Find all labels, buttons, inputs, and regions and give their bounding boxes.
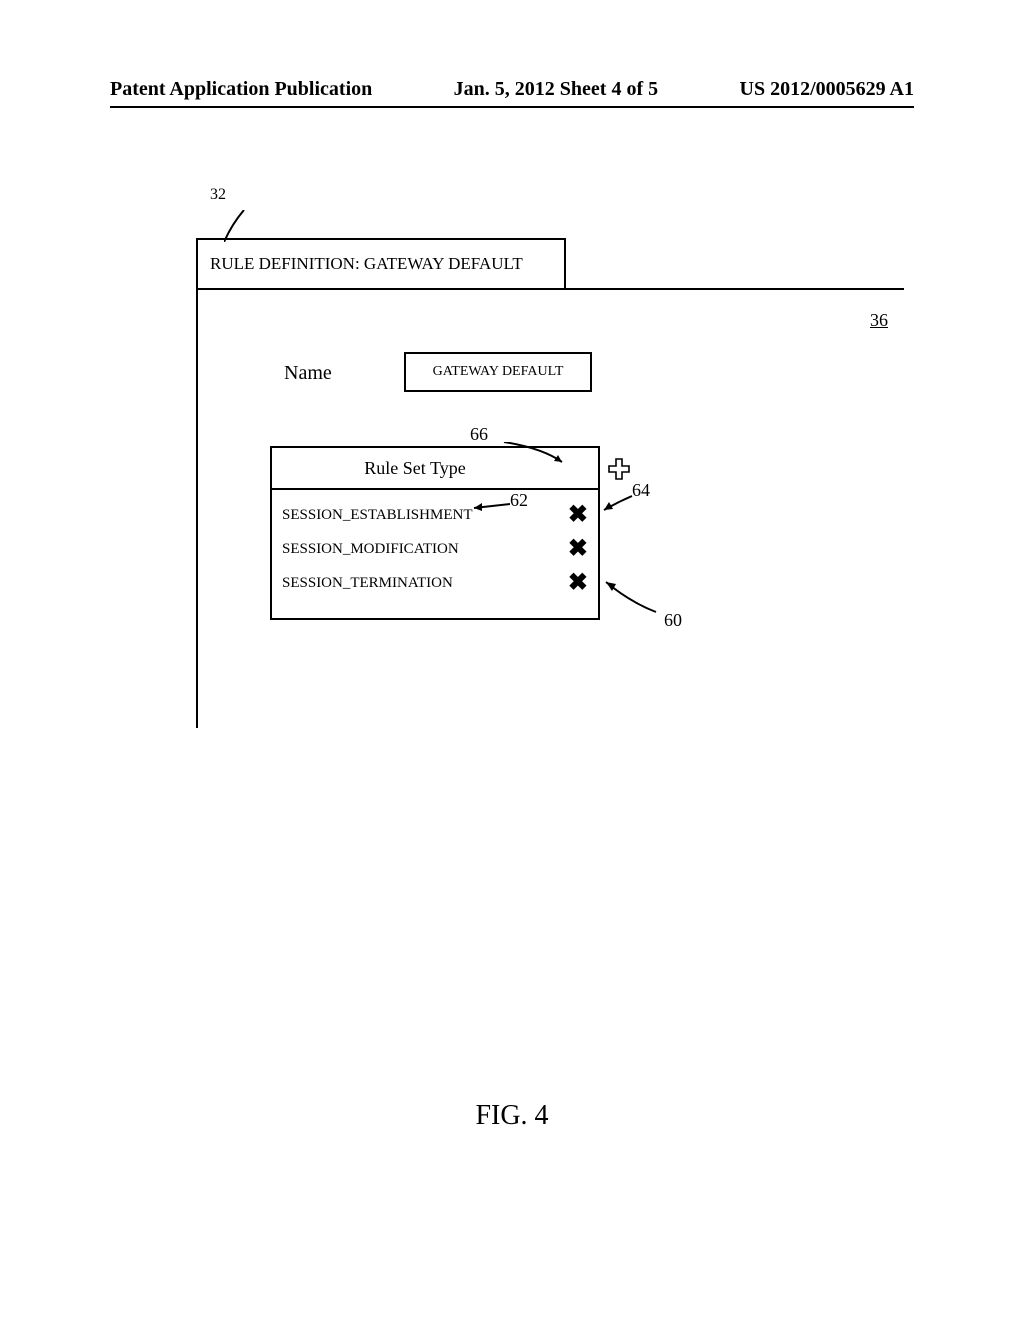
- panel-top-rule: [564, 288, 904, 290]
- header-right: US 2012/0005629 A1: [740, 78, 914, 101]
- ruleset-row: SESSION_ESTABLISHMENT ✖: [282, 498, 588, 532]
- ref-62: 62: [510, 490, 528, 511]
- ruleset-row-label: SESSION_ESTABLISHMENT: [282, 507, 472, 524]
- page-header: Patent Application Publication Jan. 5, 2…: [0, 78, 1024, 109]
- panel-left-rule: [196, 288, 198, 728]
- ruleset-header-label: Rule Set Type: [364, 458, 465, 479]
- header-center: Jan. 5, 2012 Sheet 4 of 5: [454, 78, 658, 101]
- ruleset-row-label: SESSION_TERMINATION: [282, 575, 453, 592]
- ref-36: 36: [870, 310, 888, 331]
- ruleset-header-row: Rule Set Type: [272, 448, 598, 490]
- leader-60: [600, 576, 660, 616]
- ref-66: 66: [470, 424, 488, 445]
- delete-row-icon[interactable]: ✖: [568, 537, 588, 561]
- ref-64: 64: [632, 480, 650, 501]
- ref-32: 32: [210, 186, 226, 204]
- ruleset-row-label: SESSION_MODIFICATION: [282, 541, 459, 558]
- figure-caption: FIG. 4: [0, 1100, 1024, 1132]
- leader-62: [466, 500, 510, 512]
- header-rule: [110, 106, 914, 108]
- panel-title-region: RULE DEFINITION: GATEWAY DEFAULT: [196, 238, 566, 290]
- panel-title: RULE DEFINITION: GATEWAY DEFAULT: [210, 254, 523, 274]
- ruleset-body: SESSION_ESTABLISHMENT ✖ SESSION_MODIFICA…: [272, 490, 598, 618]
- leader-64: [598, 494, 634, 514]
- header-left: Patent Application Publication: [110, 78, 372, 101]
- ruleset-row: SESSION_TERMINATION ✖: [282, 566, 588, 600]
- delete-row-icon[interactable]: ✖: [568, 503, 588, 527]
- delete-row-icon[interactable]: ✖: [568, 571, 588, 595]
- add-rule-icon[interactable]: [608, 458, 630, 480]
- ref-60: 60: [664, 610, 682, 631]
- name-value: GATEWAY DEFAULT: [433, 364, 564, 380]
- ruleset-row: SESSION_MODIFICATION ✖: [282, 532, 588, 566]
- name-label: Name: [284, 362, 332, 385]
- name-input[interactable]: GATEWAY DEFAULT: [404, 352, 592, 392]
- ruleset-table: Rule Set Type SESSION_ESTABLISHMENT ✖ SE…: [270, 446, 600, 620]
